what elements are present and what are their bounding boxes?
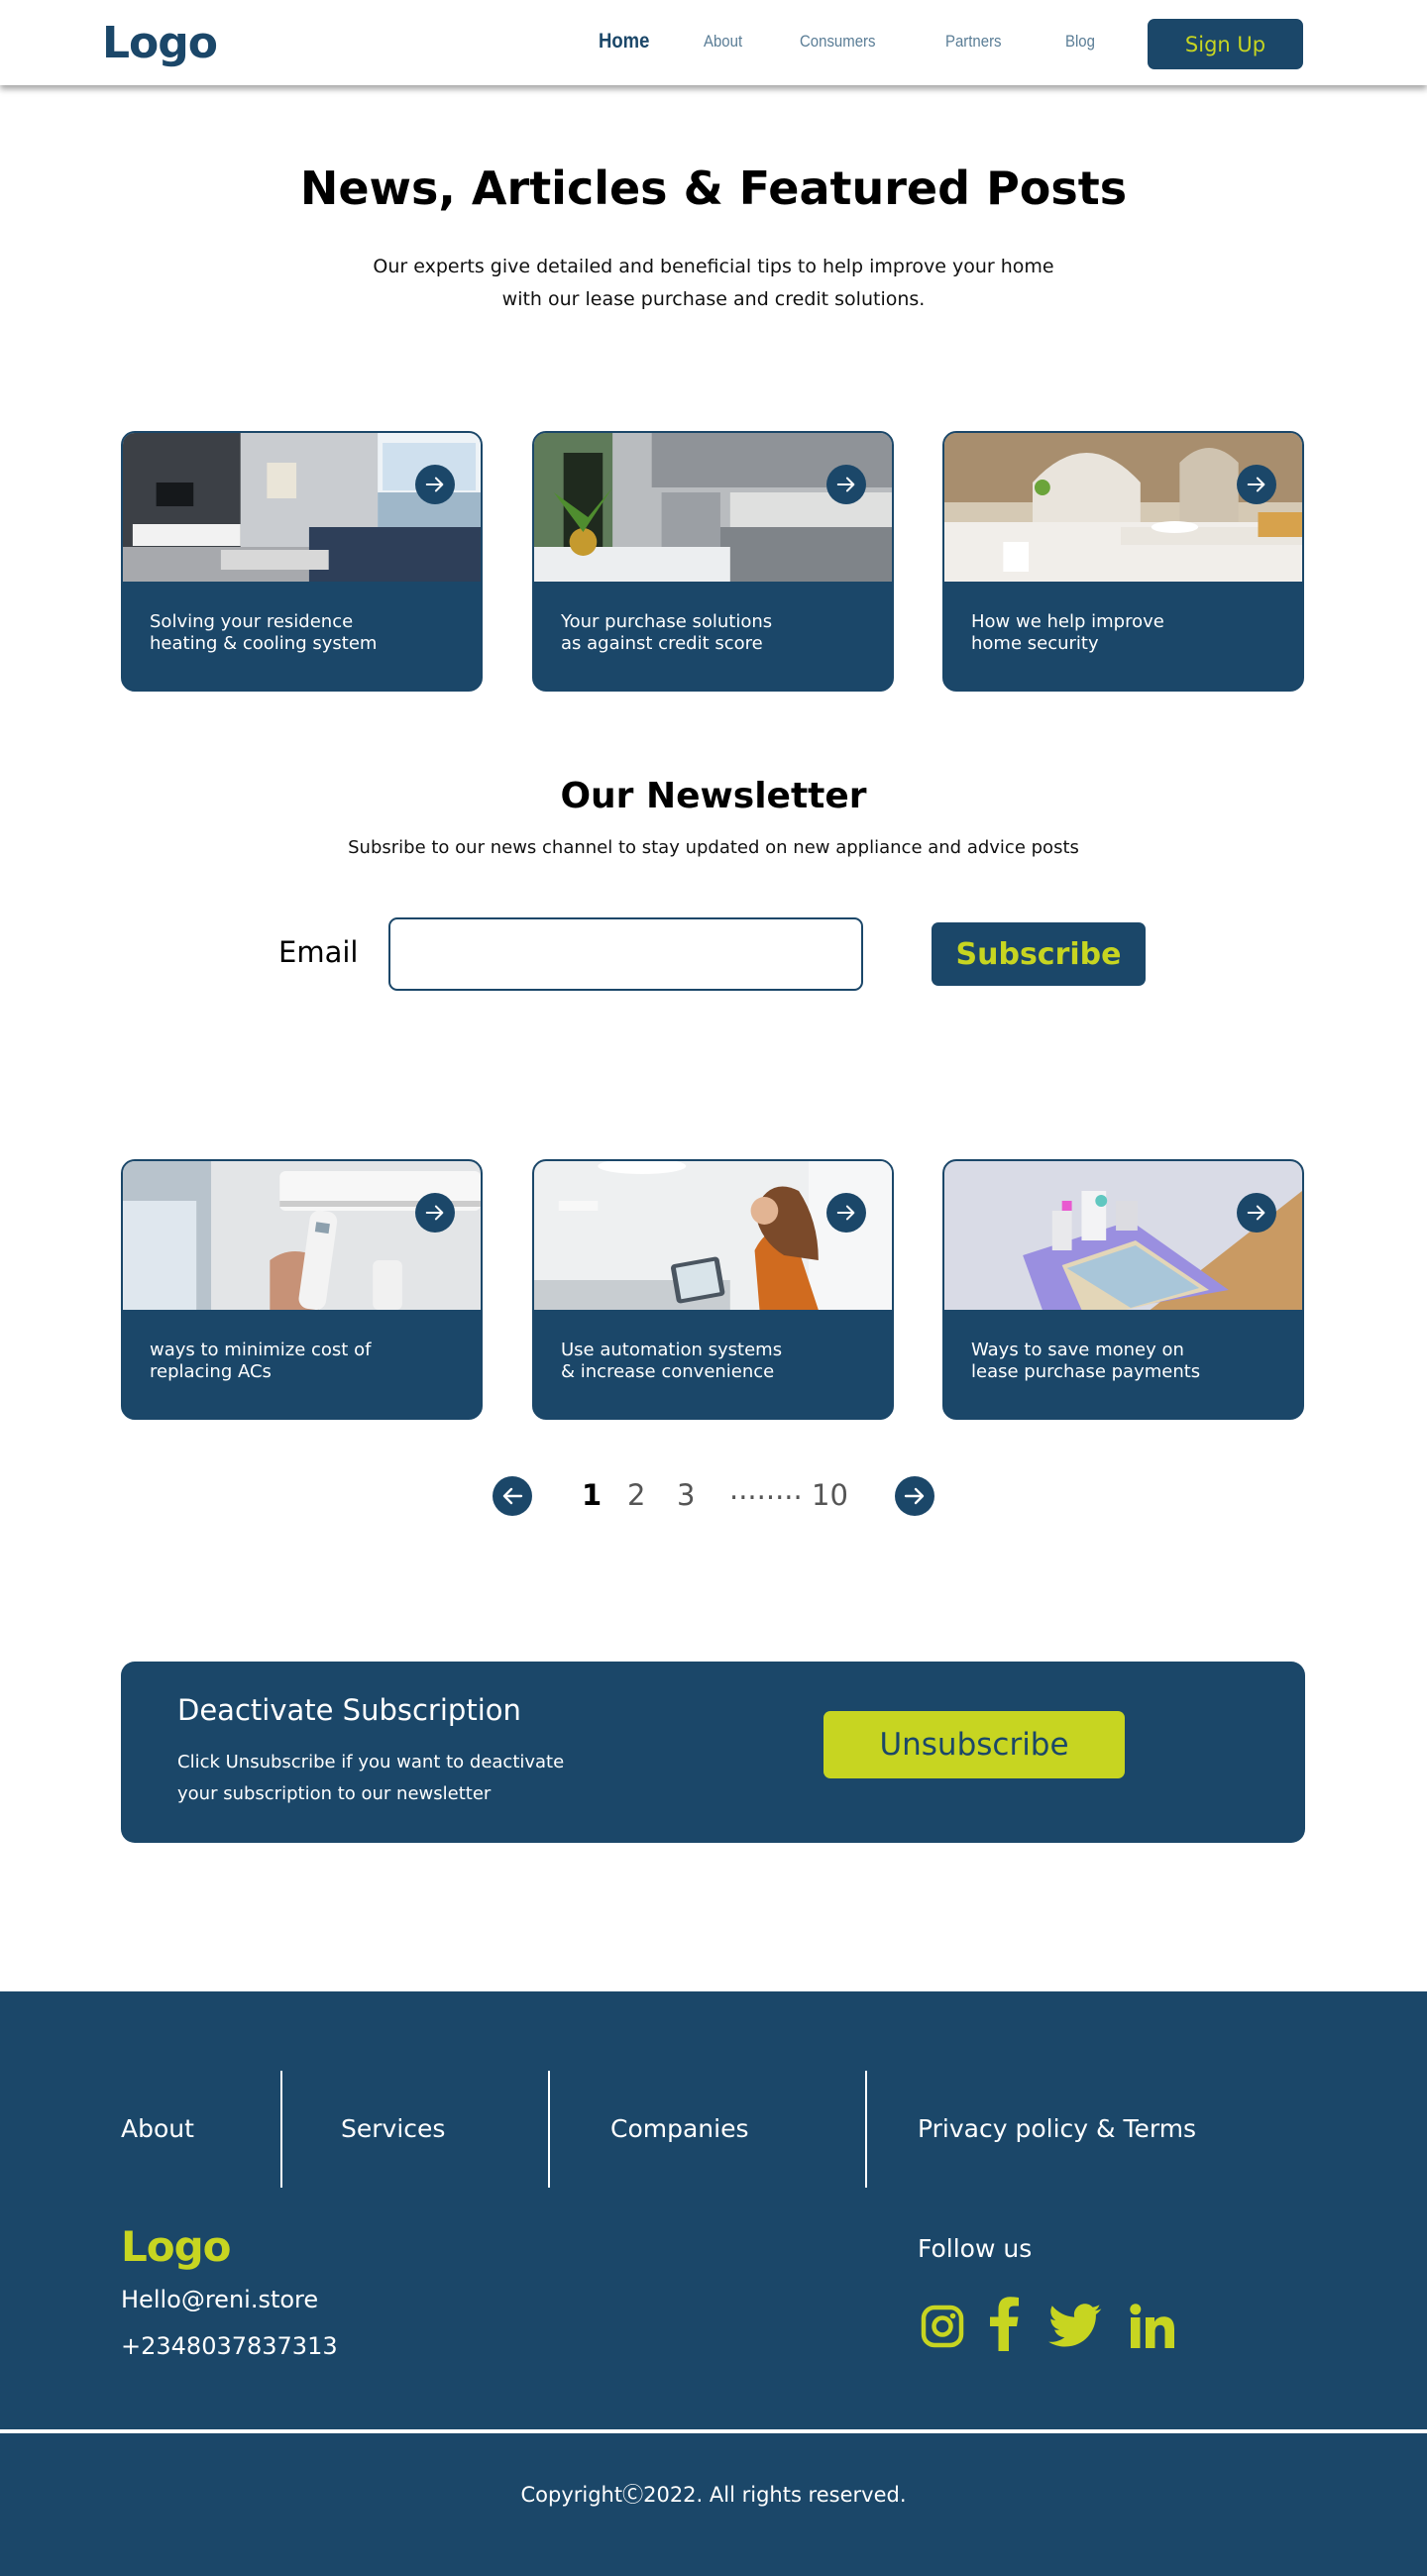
ac-remote-image	[123, 1161, 481, 1310]
footer-link-companies[interactable]: Companies	[610, 2114, 749, 2143]
nav-partners[interactable]: Partners	[945, 32, 1002, 52]
email-label: Email	[278, 935, 359, 969]
page-subtitle: Our experts give detailed and beneficial…	[373, 256, 1054, 310]
kitchen-image	[534, 433, 892, 582]
arrow-right-icon[interactable]	[826, 465, 866, 504]
email-field[interactable]	[388, 917, 863, 991]
arrow-right-icon	[904, 1487, 925, 1505]
copyright-text: CopyrightⒸ2022. All rights reserved.	[520, 2483, 907, 2507]
page-3[interactable]: 3	[677, 1478, 695, 1512]
article-card[interactable]: Use automation systems & increase conven…	[532, 1159, 894, 1420]
follow-us-label: Follow us	[918, 2234, 1033, 2263]
instagram-icon[interactable]	[920, 2304, 965, 2353]
nav-about[interactable]: About	[704, 32, 742, 52]
footer-divider	[548, 2071, 550, 2188]
bathroom-image	[944, 433, 1302, 582]
article-card[interactable]: ways to minimize cost of replacing ACs	[121, 1159, 483, 1420]
page-10[interactable]: 10	[812, 1478, 848, 1512]
unsubscribe-button[interactable]: Unsubscribe	[823, 1711, 1125, 1778]
article-card[interactable]: Ways to save money on lease purchase pay…	[942, 1159, 1304, 1420]
newsletter-title: Our Newsletter	[560, 776, 867, 816]
arrow-right-icon[interactable]	[826, 1193, 866, 1233]
facebook-icon[interactable]	[987, 2296, 1021, 2355]
logo[interactable]: Logo	[102, 18, 218, 68]
money-model-image	[944, 1161, 1302, 1310]
article-title: Your purchase solutions as against credi…	[561, 611, 773, 654]
article-title: Ways to save money on lease purchase pay…	[971, 1340, 1201, 1382]
deactivate-text: Click Unsubscribe if you want to deactiv…	[177, 1752, 565, 1804]
article-card[interactable]: How we help improve home security	[942, 431, 1304, 692]
footer-phone[interactable]: +2348037837313	[121, 2332, 338, 2360]
page-1[interactable]: 1	[582, 1478, 602, 1512]
footer-link-services[interactable]: Services	[341, 2114, 445, 2143]
article-card[interactable]: Solving your residence heating & cooling…	[121, 431, 483, 692]
footer-divider	[865, 2071, 867, 2188]
footer-link-about[interactable]: About	[121, 2114, 194, 2143]
arrow-right-icon[interactable]	[415, 465, 455, 504]
footer-link-privacy[interactable]: Privacy policy & Terms	[918, 2114, 1196, 2143]
article-card[interactable]: Your purchase solutions as against credi…	[532, 431, 894, 692]
article-title: Solving your residence heating & cooling…	[150, 611, 378, 654]
newsletter-subtitle: Subsribe to our news channel to stay upd…	[348, 837, 1079, 858]
footer-logo[interactable]: Logo	[121, 2222, 232, 2271]
prev-page-button[interactable]	[493, 1476, 532, 1516]
arrow-right-icon[interactable]	[415, 1193, 455, 1233]
article-title: Use automation systems & increase conven…	[561, 1340, 783, 1382]
article-title: How we help improve home security	[971, 611, 1164, 654]
arrow-right-icon[interactable]	[1237, 465, 1276, 504]
subscribe-button[interactable]: Subscribe	[932, 922, 1146, 986]
deactivate-panel: Deactivate Subscription Click Unsubscrib…	[121, 1662, 1305, 1843]
sign-up-button[interactable]: Sign Up	[1148, 19, 1303, 69]
linkedin-icon[interactable]	[1130, 2304, 1175, 2353]
page-ellipsis: ........	[729, 1472, 803, 1506]
woman-tablet-image	[534, 1161, 892, 1310]
twitter-icon[interactable]	[1048, 2304, 1102, 2353]
living-room-image	[123, 433, 481, 582]
footer-divider	[280, 2071, 282, 2188]
nav-consumers[interactable]: Consumers	[800, 32, 875, 52]
footer-email[interactable]: Hello@reni.store	[121, 2286, 318, 2313]
nav-home[interactable]: Home	[599, 30, 649, 54]
footer-separator	[0, 2429, 1427, 2433]
arrow-left-icon	[502, 1487, 523, 1505]
nav-blog[interactable]: Blog	[1065, 32, 1095, 52]
arrow-right-icon[interactable]	[1237, 1193, 1276, 1233]
deactivate-title: Deactivate Subscription	[177, 1693, 521, 1727]
page-2[interactable]: 2	[627, 1478, 645, 1512]
article-title: ways to minimize cost of replacing ACs	[150, 1340, 372, 1382]
next-page-button[interactable]	[895, 1476, 934, 1516]
page-title: News, Articles & Featured Posts	[299, 161, 1128, 215]
top-navbar: Logo Home About Consumers Partners Blog …	[0, 0, 1427, 85]
